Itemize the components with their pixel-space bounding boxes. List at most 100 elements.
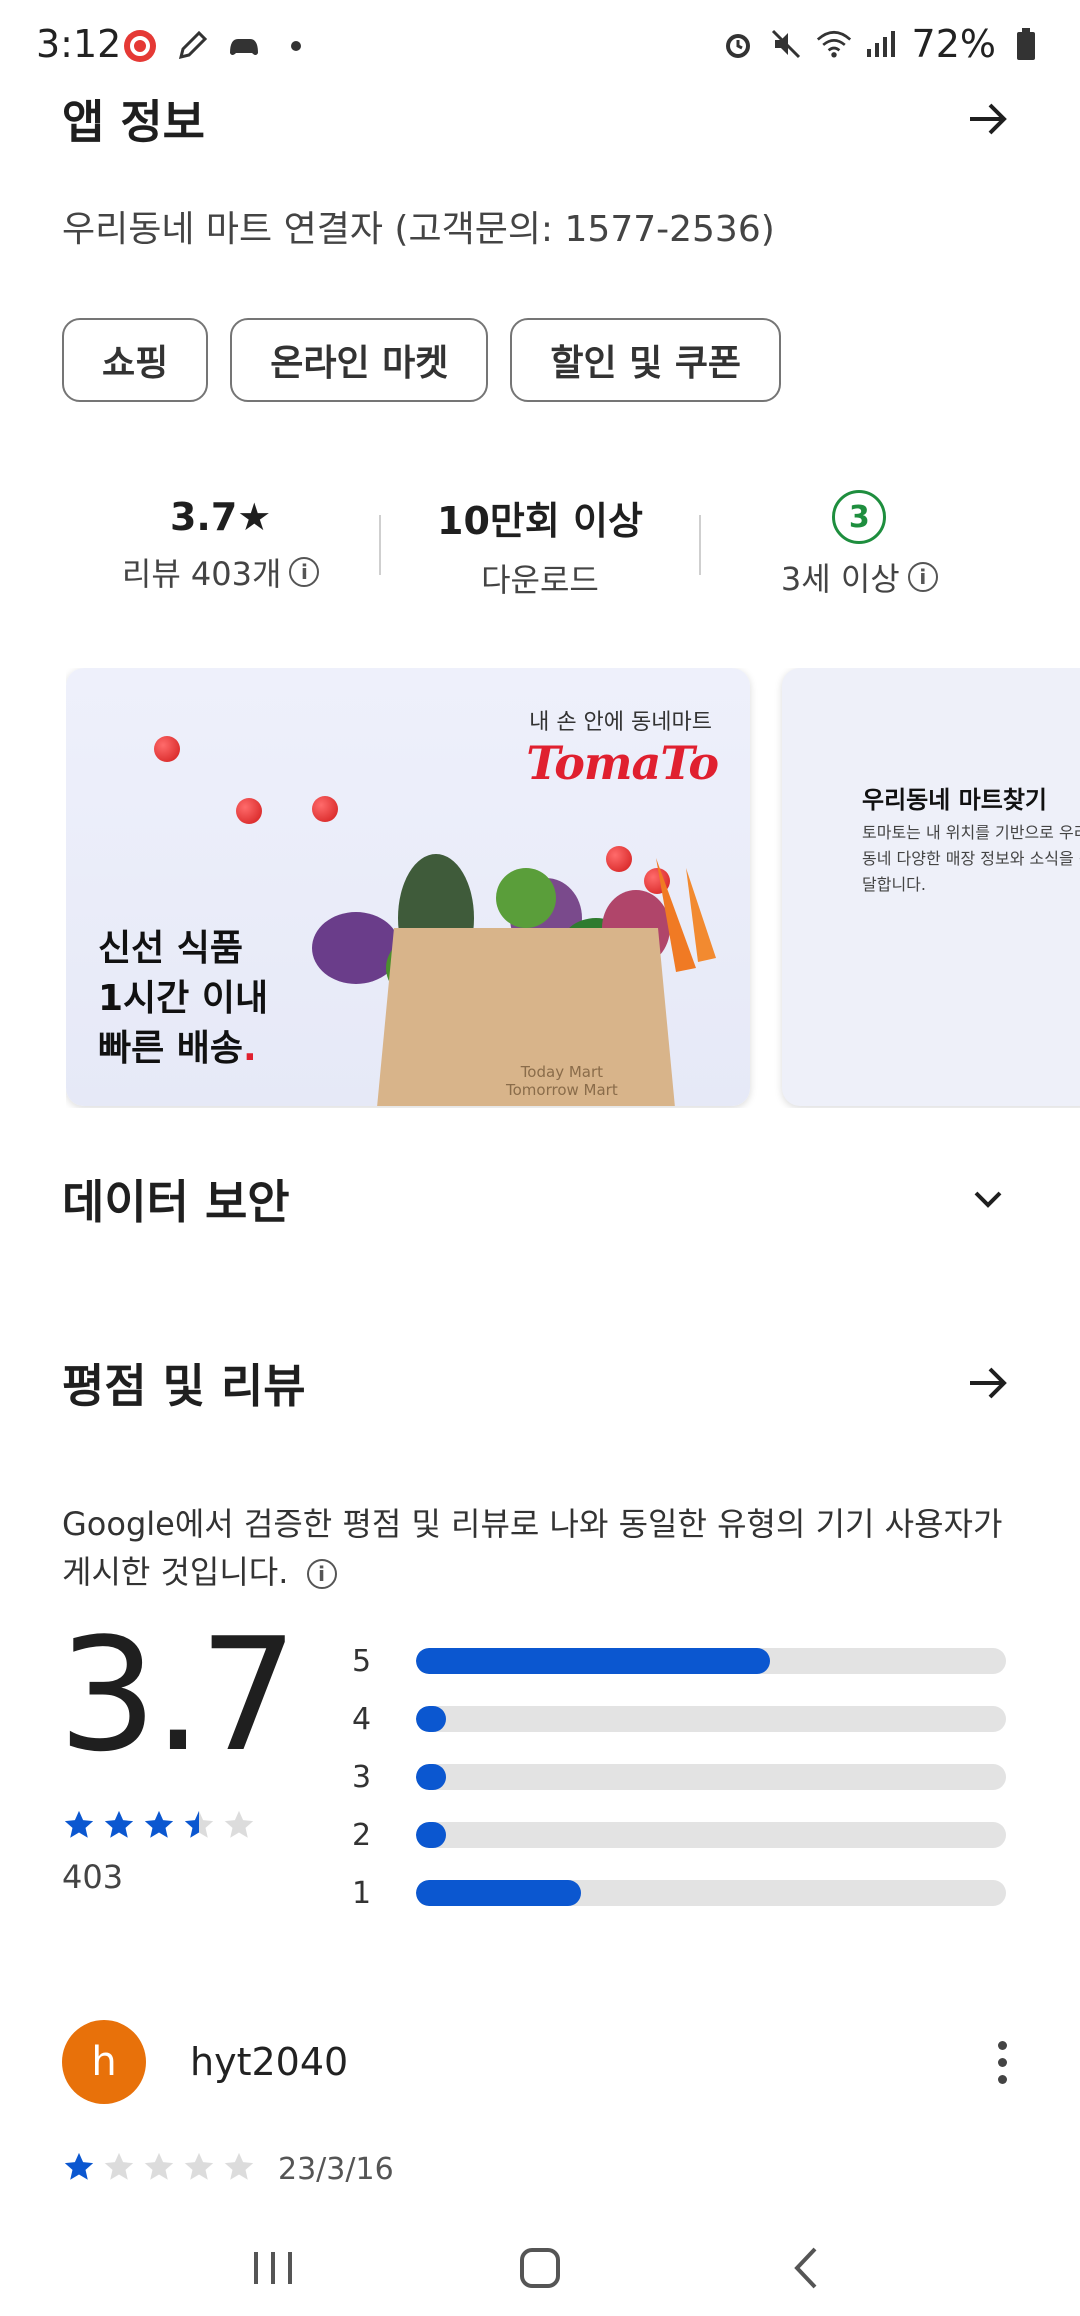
game-icon	[226, 28, 262, 64]
arrow-right-icon[interactable]	[958, 1353, 1018, 1413]
chevron-down-icon[interactable]	[958, 1169, 1018, 1229]
headline-line: 신선 식품	[98, 928, 244, 969]
star-icon	[62, 2150, 96, 2188]
chip-discount-coupon[interactable]: 할인 및 쿠폰	[510, 318, 782, 402]
chip-online-market[interactable]: 온라인 마켓	[230, 318, 489, 402]
rating-bar-label: 3	[352, 1759, 372, 1795]
info-icon[interactable]: i	[289, 557, 320, 587]
review-stars	[62, 2150, 256, 2188]
downloads-stat: 10만회 이상 다운로드	[381, 480, 698, 610]
system-indicators: 72%	[720, 22, 1044, 66]
bag-text-line: Today Mart	[520, 1063, 604, 1081]
app-info-title: 앱 정보	[62, 95, 205, 149]
status-bar: 3:12 72%	[0, 0, 1080, 96]
star-icon	[222, 2150, 256, 2188]
rating-bar-row: 2	[352, 1806, 1022, 1864]
review-meta: 23/3/16	[62, 2150, 394, 2188]
review-header: h hyt2040	[62, 2020, 1022, 2104]
rating-bar-row: 5	[352, 1632, 1022, 1690]
tomato-decoration	[154, 736, 180, 762]
rating-stat[interactable]: 3.7★ 리뷰 403개 i	[62, 480, 379, 610]
star-icon	[222, 1808, 256, 1846]
signal-icon	[864, 26, 900, 62]
rating-bar-fill	[416, 1764, 446, 1790]
app-notification-icon	[122, 28, 158, 64]
rating-distribution: 5 4 3 2 1	[352, 1632, 1022, 1922]
system-nav-bar	[0, 2220, 1080, 2316]
star-icon	[182, 2150, 216, 2188]
battery-icon	[1008, 26, 1044, 62]
battery-percent: 72%	[911, 22, 996, 66]
pencil-icon	[174, 28, 210, 64]
age-rating-label: 3세 이상	[780, 560, 900, 598]
wifi-icon	[816, 26, 852, 62]
star-icon	[102, 2150, 136, 2188]
rating-bar-label: 4	[352, 1701, 372, 1737]
screenshot-1[interactable]: 내 손 안에 동네마트 TomaTo Today Mart Tomorrow M…	[66, 668, 750, 1106]
star-icon	[142, 1808, 176, 1846]
category-chips: 쇼핑 온라인 마켓 할인 및 쿠폰	[62, 318, 782, 402]
tomato-logo: TomaTo	[526, 736, 719, 790]
star-icon	[182, 1808, 216, 1846]
screenshot-tagline: 내 손 안에 동네마트	[529, 710, 712, 735]
tomato-decoration	[312, 796, 338, 822]
ratings-description-text: Google에서 검증한 평점 및 리뷰로 나와 동일한 유형의 기기 사용자가…	[62, 1505, 1003, 1591]
headline-line: 1시간 이내	[98, 978, 269, 1019]
arrow-right-icon[interactable]	[958, 89, 1018, 149]
screenshot-2[interactable]: 우리동네 마트찾기 토마토는 내 위치를 기반으로 우리동네 다양한 매장 정보…	[782, 668, 1080, 1106]
ratings-description: Google에서 검증한 평점 및 리뷰로 나와 동일한 유형의 기기 사용자가…	[62, 1500, 1022, 1596]
red-dot: .	[243, 1028, 257, 1069]
ratings-header[interactable]: 평점 및 리뷰	[62, 1350, 1018, 1416]
screenshot-2-title: 우리동네 마트찾기	[862, 786, 1047, 814]
rating-bar-track	[416, 1880, 1006, 1906]
rating-bar-fill	[416, 1648, 770, 1674]
average-rating: 3.7	[58, 1604, 298, 1786]
age-rating-badge: 3	[832, 490, 887, 544]
app-info-header[interactable]: 앱 정보	[62, 86, 1018, 152]
data-safety-header[interactable]: 데이터 보안	[62, 1166, 1018, 1232]
rating-bar-track	[416, 1822, 1006, 1848]
rating-bar-label: 1	[352, 1875, 372, 1911]
summary-stars	[62, 1808, 256, 1846]
rating-bar-label: 2	[352, 1817, 372, 1853]
bag-text-line: Tomorrow Mart	[506, 1081, 618, 1099]
reviews-label: 리뷰 403개	[121, 555, 282, 593]
mute-icon	[768, 26, 804, 62]
developer-info: 우리동네 마트 연결자 (고객문의: 1577-2536)	[62, 209, 775, 250]
info-icon[interactable]: i	[907, 562, 938, 592]
alarm-icon	[720, 26, 756, 62]
rating-bar-track	[416, 1648, 1006, 1674]
rating-bar-track	[416, 1706, 1006, 1732]
screenshot-2-body: 토마토는 내 위치를 기반으로 우리동네 다양한 매장 정보와 소식을 전달합니…	[862, 823, 1080, 894]
app-stats: 3.7★ 리뷰 403개 i 10만회 이상 다운로드 3 3세 이상 i	[62, 480, 1018, 610]
screenshot-carousel[interactable]: 내 손 안에 동네마트 TomaTo Today Mart Tomorrow M…	[66, 668, 1080, 1108]
notification-icons	[122, 28, 314, 64]
rating-bar-track	[416, 1764, 1006, 1790]
home-icon[interactable]	[500, 2233, 580, 2303]
more-notifications-dot-icon	[278, 28, 314, 64]
star-icon	[62, 1808, 96, 1846]
age-rating: 3세 이상 i	[781, 554, 938, 600]
headline-text: 빠른 배송	[98, 1028, 244, 1069]
reviewer-name: hyt2040	[190, 2040, 349, 2084]
ratings-title: 평점 및 리뷰	[62, 1359, 306, 1413]
rating-bar-row: 3	[352, 1748, 1022, 1806]
recent-apps-icon[interactable]	[233, 2233, 313, 2303]
back-icon[interactable]	[767, 2233, 847, 2303]
rating-bar-row: 4	[352, 1690, 1022, 1748]
data-safety-title: 데이터 보안	[62, 1175, 290, 1229]
rating-bar-label: 5	[352, 1643, 372, 1679]
downloads-label: 다운로드	[481, 560, 599, 599]
age-rating-stat[interactable]: 3 3세 이상 i	[701, 480, 1018, 610]
downloads-value: 10만회 이상	[437, 498, 643, 543]
rating-bar-fill	[416, 1880, 582, 1906]
rating-bar-fill	[416, 1822, 446, 1848]
rating-bar-row: 1	[352, 1864, 1022, 1922]
more-options-icon[interactable]	[982, 2032, 1022, 2092]
info-icon[interactable]: i	[306, 1559, 337, 1589]
screenshot-headline: 신선 식품 1시간 이내 빠른 배송.	[98, 924, 268, 1074]
headline-line: 빠른 배송.	[98, 1024, 268, 1074]
star-icon	[102, 1808, 136, 1846]
tomato-decoration	[236, 798, 262, 824]
chip-shopping[interactable]: 쇼핑	[62, 318, 209, 402]
